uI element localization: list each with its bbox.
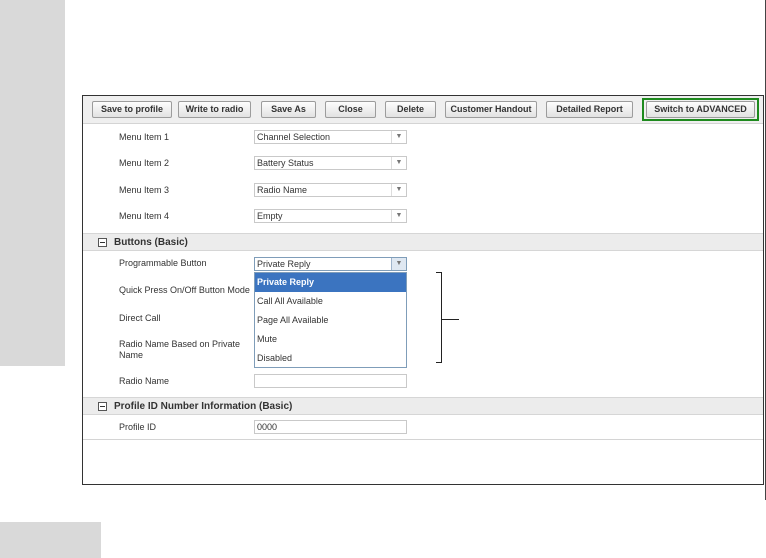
programmable-button-select[interactable]: Private Reply ▼: [254, 257, 407, 271]
menu-item-1-select[interactable]: Channel Selection ▼: [254, 130, 407, 144]
dropdown-option-private-reply[interactable]: Private Reply: [255, 273, 406, 292]
chevron-down-icon[interactable]: ▼: [391, 131, 406, 143]
save-to-profile-button[interactable]: Save to profile: [92, 101, 172, 118]
chevron-down-icon[interactable]: ▼: [391, 258, 406, 270]
profile-section-header[interactable]: Profile ID Number Information (Basic): [83, 397, 763, 415]
close-button[interactable]: Close: [325, 101, 376, 118]
quick-press-label: Quick Press On/Off Button Mode: [119, 285, 250, 295]
dropdown-option-page-all-available[interactable]: Page All Available: [255, 311, 406, 330]
radio-name-label: Radio Name: [119, 376, 170, 386]
chevron-down-icon[interactable]: ▼: [391, 157, 406, 169]
radio-name-based-label: Radio Name Based on Private Name: [119, 339, 241, 360]
buttons-section-title: Buttons (Basic): [114, 237, 188, 248]
menu-item-4-label: Menu Item 4: [119, 211, 170, 221]
side-tab: [0, 0, 65, 366]
menu-item-1-value: Channel Selection: [257, 132, 331, 142]
footer-divider: [83, 439, 763, 440]
menu-item-4-select[interactable]: Empty ▼: [254, 209, 407, 223]
save-as-button[interactable]: Save As: [261, 101, 316, 118]
programmable-button-dropdown: Private Reply Call All Available Page Al…: [254, 272, 407, 368]
callout-bracket: [436, 272, 442, 363]
advanced-highlight: Switch to ADVANCED: [642, 98, 759, 121]
profile-section-title: Profile ID Number Information (Basic): [114, 401, 293, 412]
collapse-icon[interactable]: [98, 402, 107, 411]
dropdown-option-call-all-available[interactable]: Call All Available: [255, 292, 406, 311]
menu-item-4-value: Empty: [257, 211, 283, 221]
menu-item-3-value: Radio Name: [257, 185, 308, 195]
buttons-section-header[interactable]: Buttons (Basic): [83, 233, 763, 251]
menu-item-2-select[interactable]: Battery Status ▼: [254, 156, 407, 170]
dropdown-option-disabled[interactable]: Disabled: [255, 349, 406, 368]
programmable-button-label: Programmable Button: [119, 258, 207, 268]
profile-id-label: Profile ID: [119, 422, 157, 432]
callout-line: [442, 319, 459, 320]
dropdown-option-mute[interactable]: Mute: [255, 330, 406, 349]
bottom-tab: [0, 522, 101, 558]
delete-button[interactable]: Delete: [385, 101, 436, 118]
settings-window: Save to profile Write to radio Save As C…: [82, 95, 764, 485]
menu-item-3-label: Menu Item 3: [119, 185, 170, 195]
menu-item-2-label: Menu Item 2: [119, 158, 170, 168]
menu-item-1-label: Menu Item 1: [119, 132, 170, 142]
profile-id-input[interactable]: 0000: [254, 420, 407, 434]
radio-name-input[interactable]: [254, 374, 407, 388]
direct-call-label: Direct Call: [119, 313, 161, 323]
menu-item-2-value: Battery Status: [257, 158, 314, 168]
toolbar: Save to profile Write to radio Save As C…: [83, 96, 763, 124]
write-to-radio-button[interactable]: Write to radio: [178, 101, 251, 118]
switch-to-advanced-button[interactable]: Switch to ADVANCED: [646, 101, 755, 118]
customer-handout-button[interactable]: Customer Handout: [445, 101, 537, 118]
menu-item-3-select[interactable]: Radio Name ▼: [254, 183, 407, 197]
programmable-button-value: Private Reply: [257, 259, 311, 269]
chevron-down-icon[interactable]: ▼: [391, 184, 406, 196]
detailed-report-button[interactable]: Detailed Report: [546, 101, 633, 118]
collapse-icon[interactable]: [98, 238, 107, 247]
chevron-down-icon[interactable]: ▼: [391, 210, 406, 222]
